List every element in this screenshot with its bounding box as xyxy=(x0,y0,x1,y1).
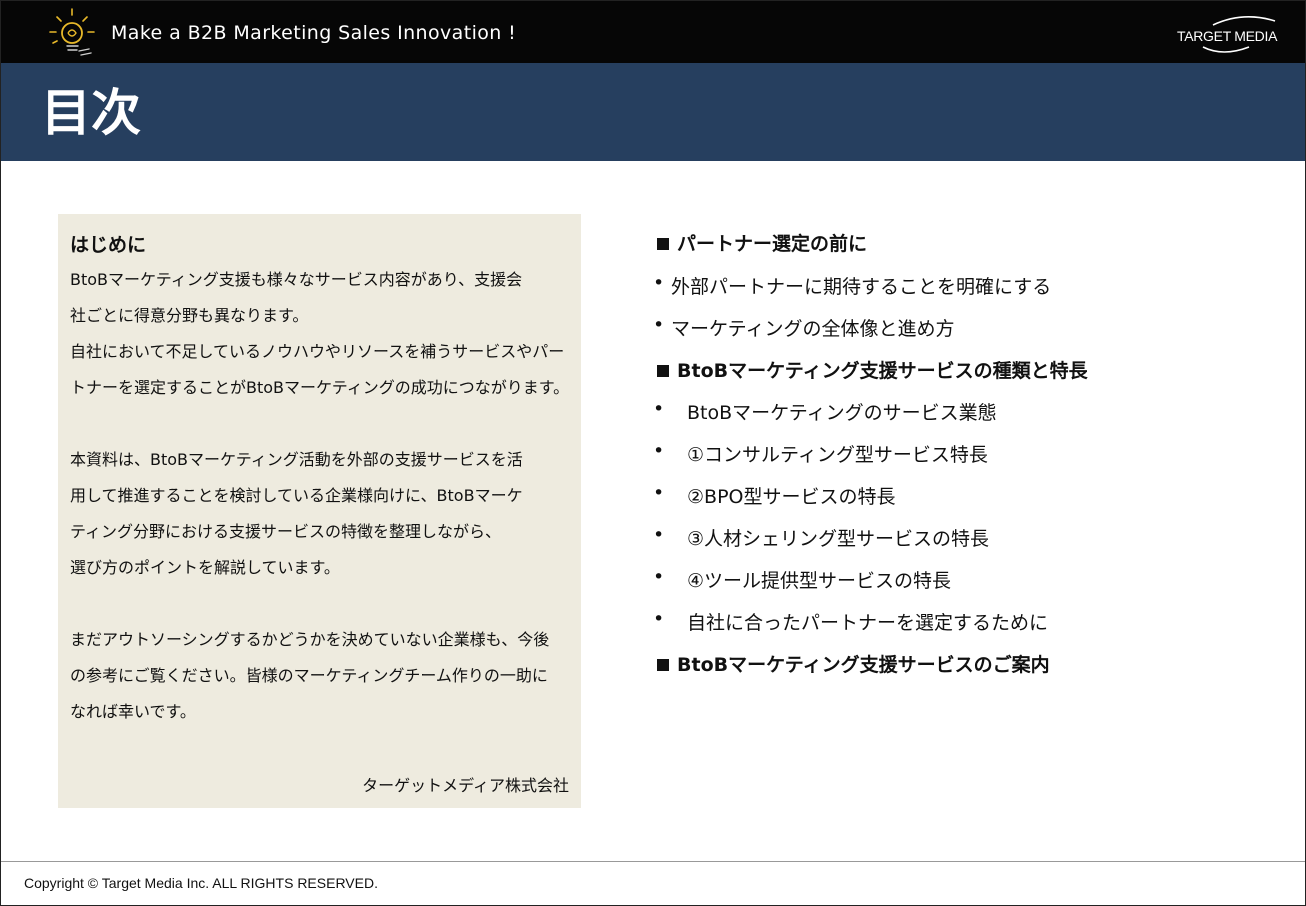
intro-line: 自社において不足しているノウハウやリソースを補うサービスやパー xyxy=(70,342,565,361)
company-logo: TARGET MEDIA xyxy=(1177,28,1278,44)
bullet-dot: • xyxy=(653,524,665,546)
intro-line: トナーを選定することがBtoBマーケティングの成功につながります。 xyxy=(70,378,570,397)
bullet-dot: • xyxy=(653,398,665,420)
bullet-dot: • xyxy=(653,272,665,294)
toc-bullet-item: • 自社に合ったパートナーを選定するために xyxy=(653,608,1049,634)
toc-bullet-item: • ②BPO型サービスの特長 xyxy=(653,482,896,508)
intro-line: 用して推進することを検討している企業様向けに、BtoBマーケ xyxy=(70,486,523,505)
intro-line: 本資料は、BtoBマーケティング活動を外部の支援サービスを活 xyxy=(70,450,523,469)
intro-line: まだアウトソーシングするかどうかを決めていない企業様も、今後 xyxy=(70,630,550,649)
toc-section-1: パートナー選定の前に xyxy=(651,229,867,256)
intro-paragraph-1: BtoBマーケティング支援も様々なサービス内容があり、支援会 社ごとに得意分野も… xyxy=(70,262,575,406)
toc-bullet-item: • ③人材シェリング型サービスの特長 xyxy=(653,524,990,550)
bullet-dot: • xyxy=(653,440,665,462)
square-bullet-icon xyxy=(657,364,669,377)
toc-bullet-item: • 外部パートナーに期待することを明確にする xyxy=(653,272,1052,298)
toc-bullet-item: • マーケティングの全体像と進め方 xyxy=(653,314,955,340)
intro-paragraph-2: 本資料は、BtoBマーケティング活動を外部の支援サービスを活 用して推進すること… xyxy=(70,442,575,586)
intro-line: の参考にご覧ください。皆様のマーケティングチーム作りの一助に xyxy=(70,666,548,685)
intro-paragraph-3: まだアウトソーシングするかどうかを決めていない企業様も、今後 の参考にご覧くださ… xyxy=(70,622,575,730)
toc-section-2: BtoBマーケティング支援サービスの種類と特長 xyxy=(651,356,1088,383)
intro-panel: はじめに BtoBマーケティング支援も様々なサービス内容があり、支援会 社ごとに… xyxy=(58,214,581,808)
bullet-dot: • xyxy=(653,566,665,588)
header-bar: Make a B2B Marketing Sales Innovation ! … xyxy=(1,1,1305,63)
bullet-dot: • xyxy=(653,314,665,336)
square-bullet-icon xyxy=(657,237,669,250)
toc-bullet-item: • ①コンサルティング型サービス特長 xyxy=(653,440,988,466)
intro-line: BtoBマーケティング支援も様々なサービス内容があり、支援会 xyxy=(70,270,523,289)
bullet-dot: • xyxy=(653,608,665,630)
title-bar: 目次 xyxy=(1,63,1305,161)
intro-line: 選び方のポイントを解説しています。 xyxy=(70,558,340,577)
footer-divider xyxy=(1,861,1305,862)
slide: Make a B2B Marketing Sales Innovation ! … xyxy=(0,0,1306,906)
intro-line: ティング分野における支援サービスの特徴を整理しながら、 xyxy=(70,522,502,541)
square-bullet-icon xyxy=(657,658,669,671)
intro-signature: ターゲットメディア株式会社 xyxy=(362,776,569,795)
toc-bullet-item: • ④ツール提供型サービスの特長 xyxy=(653,566,952,592)
bullet-dot: • xyxy=(653,482,665,504)
intro-line: 社ごとに得意分野も異なります。 xyxy=(70,306,309,325)
intro-heading: はじめに xyxy=(70,234,147,256)
toc-section-3: BtoBマーケティング支援サービスのご案内 xyxy=(651,650,1050,677)
intro-line: なれば幸いです。 xyxy=(70,702,196,721)
header-tagline: Make a B2B Marketing Sales Innovation ! xyxy=(111,22,517,44)
page-title: 目次 xyxy=(41,84,141,142)
lightbulb-icon xyxy=(49,8,95,56)
copyright-notice: Copyright © Target Media Inc. ALL RIGHTS… xyxy=(24,875,378,891)
toc-bullet-item: • BtoBマーケティングのサービス業態 xyxy=(653,398,997,424)
